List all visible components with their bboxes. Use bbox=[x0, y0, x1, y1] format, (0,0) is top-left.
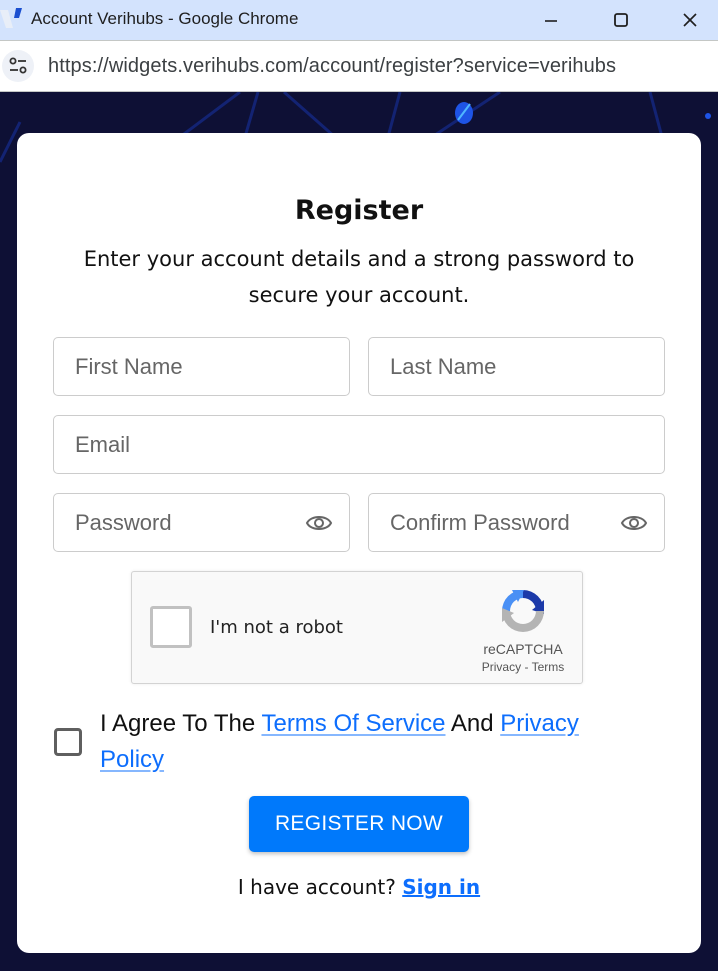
first-name-input[interactable] bbox=[54, 338, 349, 395]
last-name-field-wrapper bbox=[368, 337, 665, 396]
sign-in-link[interactable]: Sign in bbox=[402, 875, 480, 899]
close-icon bbox=[683, 13, 697, 27]
terms-of-service-link[interactable]: Terms Of Service bbox=[261, 710, 445, 737]
first-name-field-wrapper bbox=[53, 337, 350, 396]
recaptcha-link-separator: - bbox=[521, 660, 532, 674]
recaptcha-brand: reCAPTCHA bbox=[483, 641, 563, 657]
agree-middle: And bbox=[445, 710, 501, 737]
recaptcha-widget: I'm not a robot reCAPTCHA Privacy - Term… bbox=[131, 571, 583, 684]
window-title: Account Verihubs - Google Chrome bbox=[31, 9, 299, 28]
agree-prefix: I Agree To The bbox=[100, 710, 262, 737]
agree-terms-checkbox[interactable] bbox=[54, 728, 82, 756]
recaptcha-links: Privacy - Terms bbox=[462, 660, 584, 674]
address-bar: https://widgets.verihubs.com/account/reg… bbox=[0, 40, 718, 92]
minimize-icon bbox=[545, 20, 557, 22]
url-field[interactable]: https://widgets.verihubs.com/account/reg… bbox=[48, 55, 616, 78]
recaptcha-label: I'm not a robot bbox=[210, 617, 343, 638]
recaptcha-checkbox[interactable] bbox=[150, 606, 192, 648]
show-confirm-password-eye-icon[interactable] bbox=[620, 510, 648, 536]
page-subtitle: Enter your account details and a strong … bbox=[83, 247, 635, 307]
tune-icon bbox=[9, 57, 27, 74]
confirm-password-field-wrapper bbox=[368, 493, 665, 552]
email-input[interactable] bbox=[54, 416, 664, 473]
agree-terms-label: I Agree To The Terms Of Service And Priv… bbox=[100, 706, 620, 778]
email-field-wrapper bbox=[53, 415, 665, 474]
register-now-button[interactable]: REGISTER NOW bbox=[249, 796, 469, 852]
minimize-button[interactable] bbox=[528, 0, 574, 40]
recaptcha-privacy-link[interactable]: Privacy bbox=[482, 660, 521, 674]
maximize-button[interactable] bbox=[598, 0, 644, 40]
page-title: Register bbox=[294, 195, 424, 226]
recaptcha-logo-icon bbox=[502, 590, 544, 632]
password-field-wrapper bbox=[53, 493, 350, 552]
close-button[interactable] bbox=[667, 0, 713, 40]
show-password-eye-icon[interactable] bbox=[305, 510, 333, 536]
last-name-input[interactable] bbox=[369, 338, 664, 395]
maximize-icon bbox=[614, 13, 628, 27]
signin-prompt: I have account? bbox=[237, 875, 403, 899]
site-settings-button[interactable] bbox=[2, 50, 34, 82]
window-titlebar: Account Verihubs - Google Chrome bbox=[0, 0, 718, 40]
recaptcha-terms-link[interactable]: Terms bbox=[532, 660, 565, 674]
signin-row: I have account? Sign in bbox=[17, 875, 701, 899]
register-card: Register Enter your account details and … bbox=[17, 133, 701, 953]
verihubs-logo-icon bbox=[0, 8, 22, 28]
